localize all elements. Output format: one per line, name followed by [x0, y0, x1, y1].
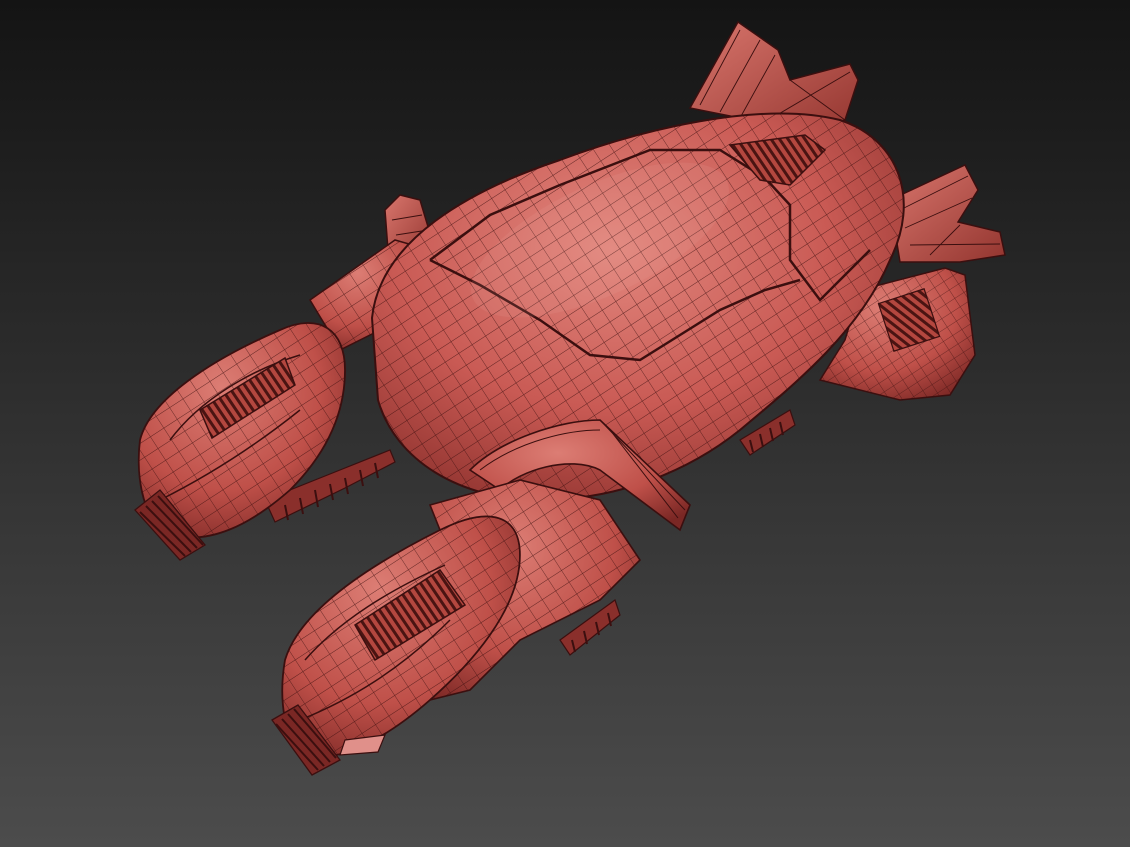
viewport-render: [0, 0, 1130, 847]
3d-viewport[interactable]: [0, 0, 1130, 847]
